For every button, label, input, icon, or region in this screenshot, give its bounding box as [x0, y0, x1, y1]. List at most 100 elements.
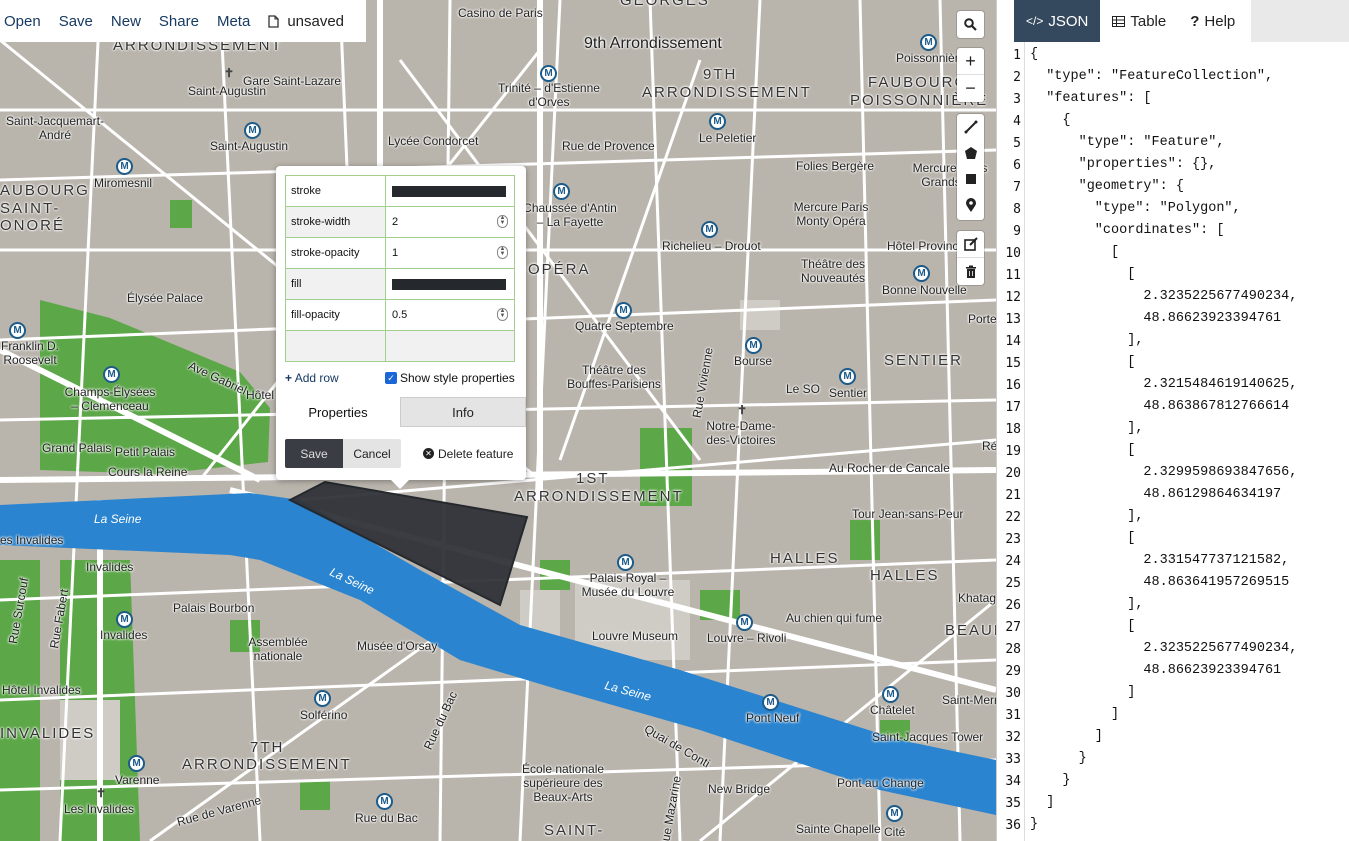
open-menu[interactable]: Open — [4, 13, 41, 30]
code-line[interactable]: ], — [1030, 509, 1143, 524]
code-line[interactable]: 48.863867812766614 — [1030, 399, 1289, 414]
code-line[interactable]: ] — [1030, 707, 1119, 722]
empty-key-input[interactable] — [285, 330, 386, 362]
code-line[interactable]: "properties": {}, — [1030, 157, 1217, 172]
code-line[interactable]: } — [1030, 773, 1070, 788]
draw-line-button[interactable] — [957, 114, 984, 140]
map-label: 9TH — [703, 66, 738, 83]
stroke-width-input[interactable]: 2 ▲ ▼ — [385, 206, 515, 238]
fill-opacity-input[interactable]: 0.5 ▲ ▼ — [385, 299, 515, 331]
question-icon: ? — [1190, 12, 1200, 30]
code-line[interactable]: "geometry": { — [1030, 179, 1184, 194]
code-line[interactable]: 2.3215484619140625, — [1030, 377, 1297, 392]
map-label: Poissonnière — [896, 51, 966, 65]
show-style-checkbox[interactable]: ✓ Show style properties — [385, 371, 515, 385]
code-line[interactable]: [ — [1030, 267, 1135, 282]
draw-polygon-button[interactable] — [957, 140, 984, 166]
new-menu[interactable]: New — [111, 13, 141, 30]
search-button[interactable] — [957, 11, 984, 38]
property-key[interactable]: stroke-width — [285, 206, 386, 238]
table-row: stroke — [285, 175, 515, 207]
code-line[interactable]: 2.3235225677490234, — [1030, 289, 1297, 304]
zoom-out-button[interactable]: − — [957, 75, 984, 102]
tab-table[interactable]: Table — [1100, 0, 1178, 42]
code-line[interactable]: 48.863641957269515 — [1030, 575, 1289, 590]
code-line[interactable]: } — [1030, 751, 1087, 766]
code-line[interactable]: } — [1030, 817, 1038, 832]
code-line[interactable]: [ — [1030, 245, 1119, 260]
file-name[interactable]: unsaved — [268, 13, 344, 30]
code-line[interactable]: 2.3299598693847656, — [1030, 465, 1297, 480]
code-line[interactable]: 2.3235225677490234, — [1030, 641, 1297, 656]
code-line[interactable]: 48.86623923394761 — [1030, 663, 1281, 678]
church-icon: ✝ — [96, 786, 107, 800]
cancel-button[interactable]: Cancel — [343, 439, 401, 468]
line-number: 11 — [1005, 268, 1021, 283]
checkbox-checked-icon[interactable]: ✓ — [385, 372, 397, 384]
line-number: 27 — [1005, 620, 1021, 635]
map-label: Saint-Augustin — [188, 84, 267, 98]
code-line[interactable]: "coordinates": [ — [1030, 223, 1225, 238]
number-spinner-icon[interactable]: ▲ ▼ — [497, 308, 508, 321]
meta-menu[interactable]: Meta — [217, 13, 250, 30]
code-line[interactable]: ], — [1030, 421, 1143, 436]
number-spinner-icon[interactable]: ▲ ▼ — [497, 215, 508, 228]
code-line[interactable]: [ — [1030, 443, 1135, 458]
share-menu[interactable]: Share — [159, 13, 199, 30]
line-number: 25 — [1005, 576, 1021, 591]
tab-table-label: Table — [1130, 12, 1167, 30]
property-key[interactable]: stroke — [285, 175, 386, 207]
code-line[interactable]: ] — [1030, 729, 1103, 744]
map-label: Lycée Condorcet — [388, 134, 479, 148]
code-line[interactable]: "type": "Feature", — [1030, 135, 1225, 150]
table-row: fill — [285, 268, 515, 300]
table-row: fill-opacity 0.5 ▲ ▼ — [285, 299, 515, 331]
save-menu[interactable]: Save — [59, 13, 93, 30]
code-line[interactable]: ] — [1030, 685, 1135, 700]
tab-json[interactable]: </> JSON — [1014, 0, 1101, 42]
code-line[interactable]: { — [1030, 47, 1038, 62]
map-label: Les Invalides — [64, 802, 135, 816]
tab-help[interactable]: ? Help — [1178, 0, 1247, 42]
property-key[interactable]: fill-opacity — [285, 299, 386, 331]
draw-rectangle-button[interactable] — [957, 166, 984, 192]
property-key[interactable]: stroke-opacity — [285, 237, 386, 269]
tab-properties[interactable]: Properties — [276, 397, 400, 427]
number-spinner-icon[interactable]: ▲ ▼ — [497, 246, 508, 259]
code-line[interactable]: 48.86129864634197 — [1030, 487, 1281, 502]
code-line[interactable]: 2.331547737121582, — [1030, 553, 1289, 568]
json-editor[interactable]: 1 2 3 4 5 6 7 8 9 10 11 12 13 14 15 16 17 18 19 20 21 22 23 24 2… — [997, 42, 1349, 841]
empty-value-input[interactable] — [385, 330, 515, 362]
file-icon — [268, 14, 279, 28]
code-line[interactable]: ] — [1030, 795, 1054, 810]
stroke-color-input[interactable] — [385, 175, 515, 207]
draw-marker-button[interactable] — [957, 192, 984, 218]
draw-line-icon — [964, 120, 977, 134]
property-key[interactable]: fill — [285, 268, 386, 300]
map-label: FAUBOURG — [868, 74, 969, 91]
code-line[interactable]: [ — [1030, 619, 1135, 634]
code-line[interactable]: "features": [ — [1030, 91, 1151, 106]
code-line[interactable]: ], — [1030, 333, 1143, 348]
code-line[interactable]: [ — [1030, 355, 1135, 370]
fill-color-input[interactable] — [385, 268, 515, 300]
map-label: Élysée Palace — [127, 291, 204, 305]
code-line[interactable]: { — [1030, 113, 1070, 128]
tab-info[interactable]: Info — [400, 397, 526, 427]
code-line[interactable]: "type": "Polygon", — [1030, 201, 1241, 216]
stroke-opacity-input[interactable]: 1 ▲ ▼ — [385, 237, 515, 269]
save-button[interactable]: Save — [285, 439, 343, 468]
delete-feature-button[interactable]: ✕ Delete feature — [423, 447, 513, 461]
code-line[interactable]: ], — [1030, 597, 1143, 612]
zoom-in-button[interactable]: + — [957, 48, 984, 75]
add-row-button[interactable]: + Add row — [285, 371, 339, 385]
map-label: Invalides — [86, 560, 134, 574]
edit-layers-button[interactable] — [957, 231, 984, 258]
map-label: Pont Neuf — [746, 711, 800, 725]
code-line[interactable]: 48.86623923394761 — [1030, 311, 1281, 326]
delete-layers-button[interactable] — [957, 258, 984, 285]
map-label: Khatag — [958, 591, 996, 605]
code-line[interactable]: [ — [1030, 531, 1135, 546]
side-panel: </> JSON Table ? Help 1 2 3 4 5 6 7 8 9 10 11 12 13 1… — [996, 0, 1349, 841]
code-line[interactable]: "type": "FeatureCollection", — [1030, 69, 1273, 84]
